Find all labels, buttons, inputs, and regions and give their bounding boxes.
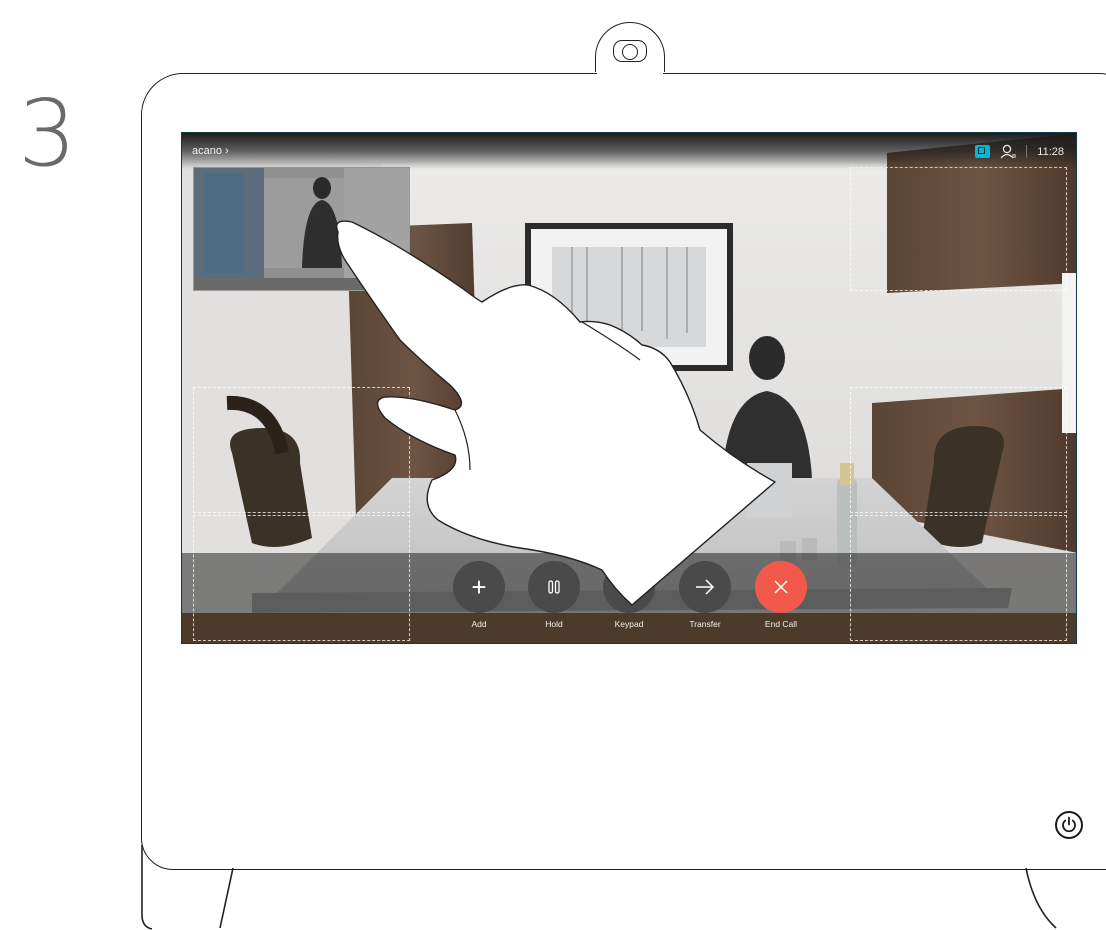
layout-slot — [850, 515, 1067, 641]
top-status-bar — [182, 133, 1076, 169]
stand-leg-left — [219, 868, 234, 929]
transfer-button[interactable]: Transfer — [679, 561, 731, 629]
selfview-icon[interactable] — [975, 145, 991, 158]
power-button[interactable] — [1055, 811, 1083, 839]
keypad-label: Keypad — [614, 619, 644, 629]
clock: 11:28 — [1037, 145, 1064, 158]
hold-label: Hold — [545, 619, 563, 629]
caller-info[interactable]: acano › — [192, 145, 229, 157]
camera-icon — [613, 40, 647, 62]
keypad-button[interactable]: Keypad — [603, 561, 655, 629]
status-indicators: 11:28 — [975, 144, 1064, 159]
close-icon[interactable] — [755, 561, 807, 613]
power-icon — [1062, 816, 1076, 833]
call-screen[interactable]: acano › 11:28 + Add Hold Keypad Transfer… — [181, 132, 1077, 644]
end-call-label: End Call — [764, 619, 798, 629]
end-call-button[interactable]: End Call — [755, 561, 807, 629]
transfer-label: Transfer — [689, 619, 721, 629]
add-label: Add — [471, 619, 487, 629]
plus-icon[interactable]: + — [453, 561, 505, 613]
status-divider — [1026, 145, 1028, 158]
participants-icon[interactable] — [1000, 144, 1017, 159]
pause-icon[interactable] — [528, 561, 580, 613]
layout-slot — [850, 387, 1067, 513]
layout-slot — [850, 167, 1067, 291]
stand-base-left — [141, 845, 153, 930]
arrow-right-icon[interactable] — [679, 561, 731, 613]
caller-name[interactable]: acano — [192, 145, 222, 157]
step-number: 3 — [18, 80, 77, 187]
camera-housing-join — [597, 70, 663, 76]
layout-slot — [193, 387, 410, 513]
layout-slot — [193, 515, 410, 641]
stand-leg-right — [1025, 868, 1057, 929]
add-button[interactable]: + Add — [453, 561, 505, 629]
keypad-icon[interactable] — [603, 561, 655, 613]
call-controls: + Add Hold Keypad Transfer End Call — [453, 561, 813, 631]
self-view-pip[interactable] — [193, 167, 410, 291]
hold-button[interactable]: Hold — [528, 561, 580, 629]
chevron-right-icon: › — [225, 145, 229, 157]
